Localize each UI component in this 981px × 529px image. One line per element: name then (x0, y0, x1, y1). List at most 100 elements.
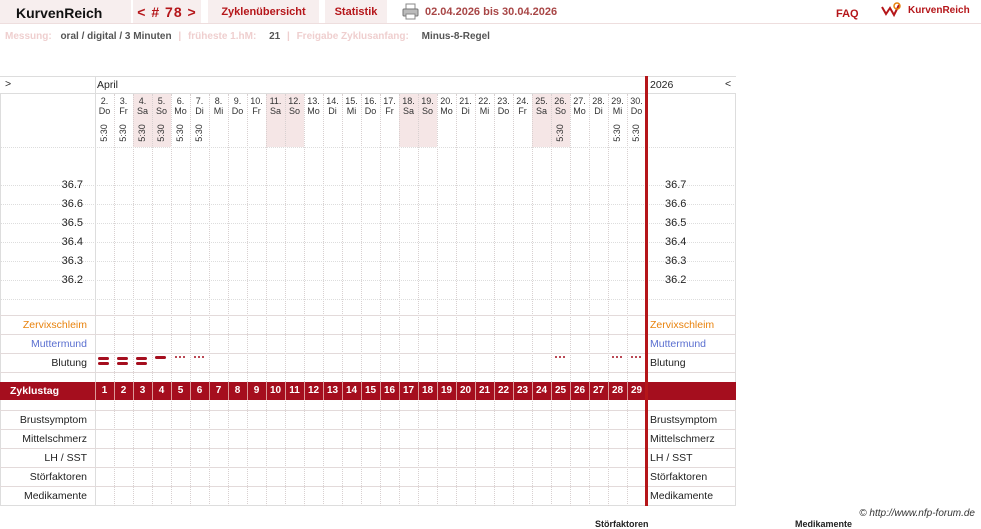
bleeding-spot-mark (631, 356, 633, 358)
grid-row-line (0, 505, 736, 506)
weekday-label: So (288, 106, 300, 116)
cycle-day-number: 8 (234, 385, 241, 396)
weekday-label: Sa (402, 106, 414, 116)
cycle-day-number: 7 (215, 385, 222, 396)
temp-tick-left: 36.7 (61, 179, 83, 191)
grid-row-line (0, 467, 736, 468)
bleeding-spot-mark (620, 356, 622, 358)
cycle-day-number: 3 (139, 385, 146, 396)
weekday-label: So (155, 106, 167, 116)
bleeding-spot-mark (612, 356, 614, 358)
bleeding-spot-mark (559, 356, 561, 358)
grid-row-line (0, 280, 736, 281)
muttermund-label: Muttermund (30, 338, 87, 350)
weekday-label: Do (364, 106, 377, 116)
cycle-day-number: 21 (478, 385, 491, 396)
weekday-label: Mo (307, 106, 320, 116)
cycle-day-number: 19 (440, 385, 453, 396)
grid-row-line (0, 261, 736, 262)
cycle-day-number: 9 (253, 385, 260, 396)
measure-time: 5:30 (137, 124, 147, 142)
cycle-day-number: 6 (196, 385, 203, 396)
grid-row-line (0, 242, 736, 243)
measure-time: 5:30 (156, 124, 166, 142)
cycle-day-number: 11 (289, 385, 300, 396)
cycle-day-number: 20 (459, 385, 472, 396)
weekday-label: Sa (136, 106, 148, 116)
bleeding-heavy-mark (117, 362, 128, 365)
grid-column-line (114, 94, 115, 506)
weekday-label: So (421, 106, 433, 116)
medication-label: Medikamente (23, 490, 87, 502)
next-cycle-button[interactable]: < (725, 78, 731, 90)
grid-column-line (399, 94, 400, 506)
grid-column-line (171, 94, 172, 506)
cycle-day-label: Zyklustag (10, 385, 60, 397)
bleeding-spot-mark (175, 356, 177, 358)
cutoff-label: Störfaktoren (595, 519, 649, 529)
cycle-day-number: 25 (554, 385, 567, 396)
grid-row-line (0, 429, 736, 430)
weekday-label: So (554, 106, 566, 116)
temp-tick-right: 36.3 (665, 255, 687, 267)
copyright-footer: © http://www.nfp-forum.de (859, 508, 975, 519)
grid-column-line (323, 94, 324, 506)
weekday-label: Fr (518, 106, 527, 116)
grid-column-line (133, 94, 134, 506)
cycle-day-number: 17 (402, 385, 415, 396)
weekday-label: Di (594, 106, 603, 116)
temp-tick-right: 36.4 (665, 236, 687, 248)
grid-column-line (285, 94, 286, 506)
cycle-day-number: 10 (269, 385, 282, 396)
bleeding-spot-mark (555, 356, 557, 358)
grid-column-line (228, 94, 229, 506)
measure-time: 5:30 (555, 124, 565, 142)
weekday-label: Mi (213, 106, 224, 116)
measure-time: 5:30 (612, 124, 622, 142)
disturbance-label-right: Störfaktoren (650, 471, 708, 483)
zervix-label: Zervixschleim (22, 319, 87, 331)
medication-label-right: Medikamente (650, 490, 714, 502)
grid-row-line (0, 299, 736, 300)
measure-time: 5:30 (194, 124, 204, 142)
disturbance-label: Störfaktoren (29, 471, 87, 483)
breast-symptom-label: Brustsymptom (19, 414, 87, 426)
bleeding-spot-mark (635, 356, 637, 358)
temp-tick-left: 36.4 (61, 236, 83, 248)
cycle-day-number: 29 (630, 385, 643, 396)
bleeding-heavy-mark (98, 357, 109, 360)
cycle-day-number: 1 (101, 385, 108, 396)
cycle-day-number: 26 (573, 385, 586, 396)
cycle-day-number: 12 (307, 385, 320, 396)
bleeding-spot-mark (198, 356, 200, 358)
temp-tick-left: 36.6 (61, 198, 83, 210)
grid-row-line (0, 204, 736, 205)
grid-column-line (513, 94, 514, 506)
cycle-end-line (645, 76, 648, 506)
weekday-label: Di (328, 106, 337, 116)
chart-frame (0, 76, 736, 506)
weekday-label: Mi (612, 106, 623, 116)
bleeding-heavy-mark (136, 357, 147, 360)
weekday-label: Do (497, 106, 510, 116)
lh-test-label: LH / SST (44, 452, 87, 464)
weekday-label: Di (195, 106, 204, 116)
grid-column-line (209, 94, 210, 506)
cycle-day-number: 15 (364, 385, 377, 396)
previous-cycle-button[interactable]: > (5, 78, 11, 90)
grid-column-line (551, 94, 552, 506)
cycle-day-number: 28 (611, 385, 624, 396)
grid-left-border (95, 76, 96, 506)
weekday-label: Fr (385, 106, 394, 116)
bleeding-spot-mark (616, 356, 618, 358)
bleeding-heavy-mark (117, 357, 128, 360)
temp-tick-right: 36.2 (665, 274, 687, 286)
measure-time: 5:30 (175, 124, 185, 142)
temp-tick-right: 36.5 (665, 217, 687, 229)
temp-tick-right: 36.7 (665, 179, 687, 191)
grid-row-line (0, 486, 736, 487)
grid-column-line (190, 94, 191, 506)
grid-column-line (532, 94, 533, 506)
weekday-label: Sa (269, 106, 281, 116)
weekday-label: Sa (535, 106, 547, 116)
